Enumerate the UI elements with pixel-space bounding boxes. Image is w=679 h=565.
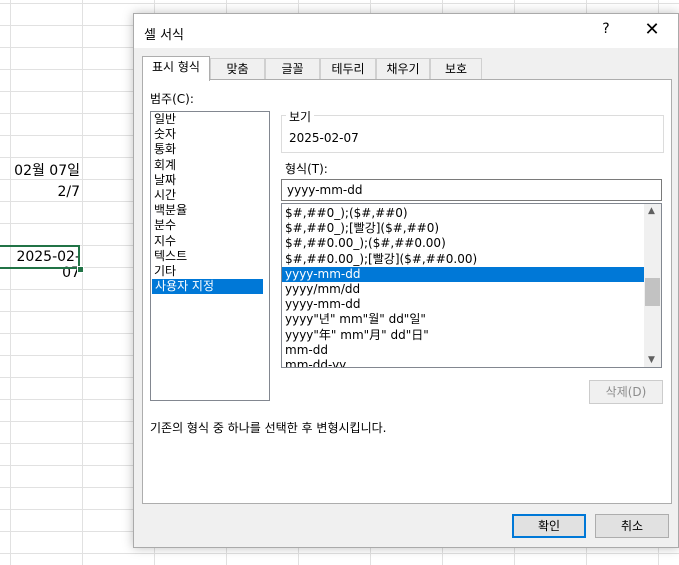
dialog-titlebar[interactable]: 셀 서식 ? ✕ bbox=[134, 14, 678, 48]
category-item[interactable]: 숫자 bbox=[151, 127, 269, 142]
cell-date-korean[interactable]: 02월 07일 bbox=[0, 160, 80, 180]
cancel-button[interactable]: 취소 bbox=[595, 514, 669, 538]
category-item[interactable]: 통화 bbox=[151, 142, 269, 157]
sample-label: 보기 bbox=[286, 108, 315, 125]
tab-alignment[interactable]: 맞춤 bbox=[210, 58, 265, 79]
category-item[interactable]: 분수 bbox=[151, 218, 269, 233]
cell-date-short[interactable]: 2/7 bbox=[0, 184, 80, 200]
scroll-up-icon[interactable]: ▲ bbox=[648, 206, 655, 216]
tab-protection[interactable]: 보호 bbox=[430, 58, 482, 79]
description-text: 기존의 형식 중 하나를 선택한 후 변형시킵니다. bbox=[150, 421, 387, 435]
format-item[interactable]: yyyy"年" mm"月" dd"日" bbox=[282, 328, 644, 343]
format-cells-dialog: 셀 서식 ? ✕ 표시 형식 맞춤 글꼴 테두리 채우기 보호 범주(C): 일… bbox=[133, 13, 679, 548]
tab-font[interactable]: 글꼴 bbox=[265, 58, 320, 79]
dialog-title: 셀 서식 bbox=[144, 28, 185, 43]
fill-handle[interactable] bbox=[77, 266, 84, 273]
category-item[interactable]: 백분율 bbox=[151, 203, 269, 218]
format-type-label: 형식(T): bbox=[285, 162, 328, 176]
format-item[interactable]: mm-dd bbox=[282, 343, 644, 358]
tab-fill[interactable]: 채우기 bbox=[376, 58, 430, 79]
format-item[interactable]: $#,##0_);($#,##0) bbox=[282, 206, 644, 221]
delete-button[interactable]: 삭제(D) bbox=[589, 380, 663, 404]
format-item[interactable]: yyyy-mm-dd bbox=[282, 297, 644, 312]
category-item[interactable]: 기타 bbox=[151, 264, 269, 279]
format-type-input[interactable]: yyyy-mm-dd bbox=[281, 179, 662, 201]
number-tab-panel: 범주(C): 일반 숫자 통화 회계 날짜 시간 백분율 분수 지수 텍스트 기… bbox=[142, 79, 672, 504]
category-item[interactable]: 지수 bbox=[151, 234, 269, 249]
close-icon[interactable]: ✕ bbox=[642, 19, 662, 40]
category-list[interactable]: 일반 숫자 통화 회계 날짜 시간 백분율 분수 지수 텍스트 기타 사용자 지… bbox=[150, 111, 270, 401]
format-list[interactable]: $#,##0_);($#,##0) $#,##0_);[빨강]($#,##0) … bbox=[281, 203, 662, 368]
ok-button[interactable]: 확인 bbox=[512, 514, 586, 538]
format-list-scrollbar[interactable]: ▲ ▼ bbox=[644, 204, 661, 367]
help-button[interactable]: ? bbox=[596, 21, 616, 37]
format-item[interactable]: $#,##0.00_);[빨강]($#,##0.00) bbox=[282, 252, 644, 267]
format-item[interactable]: yyyy/mm/dd bbox=[282, 282, 644, 297]
category-item[interactable]: 날짜 bbox=[151, 173, 269, 188]
scroll-down-icon[interactable]: ▼ bbox=[648, 355, 655, 365]
category-item-selected[interactable]: 사용자 지정 bbox=[152, 279, 263, 295]
format-item[interactable]: $#,##0.00_);($#,##0.00) bbox=[282, 236, 644, 251]
format-item-selected[interactable]: yyyy-mm-dd bbox=[282, 266, 644, 282]
category-item[interactable]: 회계 bbox=[151, 158, 269, 173]
sample-value: 2025-02-07 bbox=[289, 131, 359, 145]
selected-cell-border bbox=[0, 245, 80, 269]
tab-number[interactable]: 표시 형식 bbox=[142, 56, 210, 81]
category-item[interactable]: 일반 bbox=[151, 112, 269, 127]
format-item[interactable]: mm-dd-yy bbox=[282, 358, 644, 367]
tab-border[interactable]: 테두리 bbox=[320, 58, 376, 79]
category-item[interactable]: 시간 bbox=[151, 188, 269, 203]
format-item[interactable]: yyyy"년" mm"월" dd"일" bbox=[282, 312, 644, 327]
format-item[interactable]: $#,##0_);[빨강]($#,##0) bbox=[282, 221, 644, 236]
scroll-thumb[interactable] bbox=[645, 278, 660, 306]
category-label: 범주(C): bbox=[150, 92, 194, 106]
category-item[interactable]: 텍스트 bbox=[151, 249, 269, 264]
